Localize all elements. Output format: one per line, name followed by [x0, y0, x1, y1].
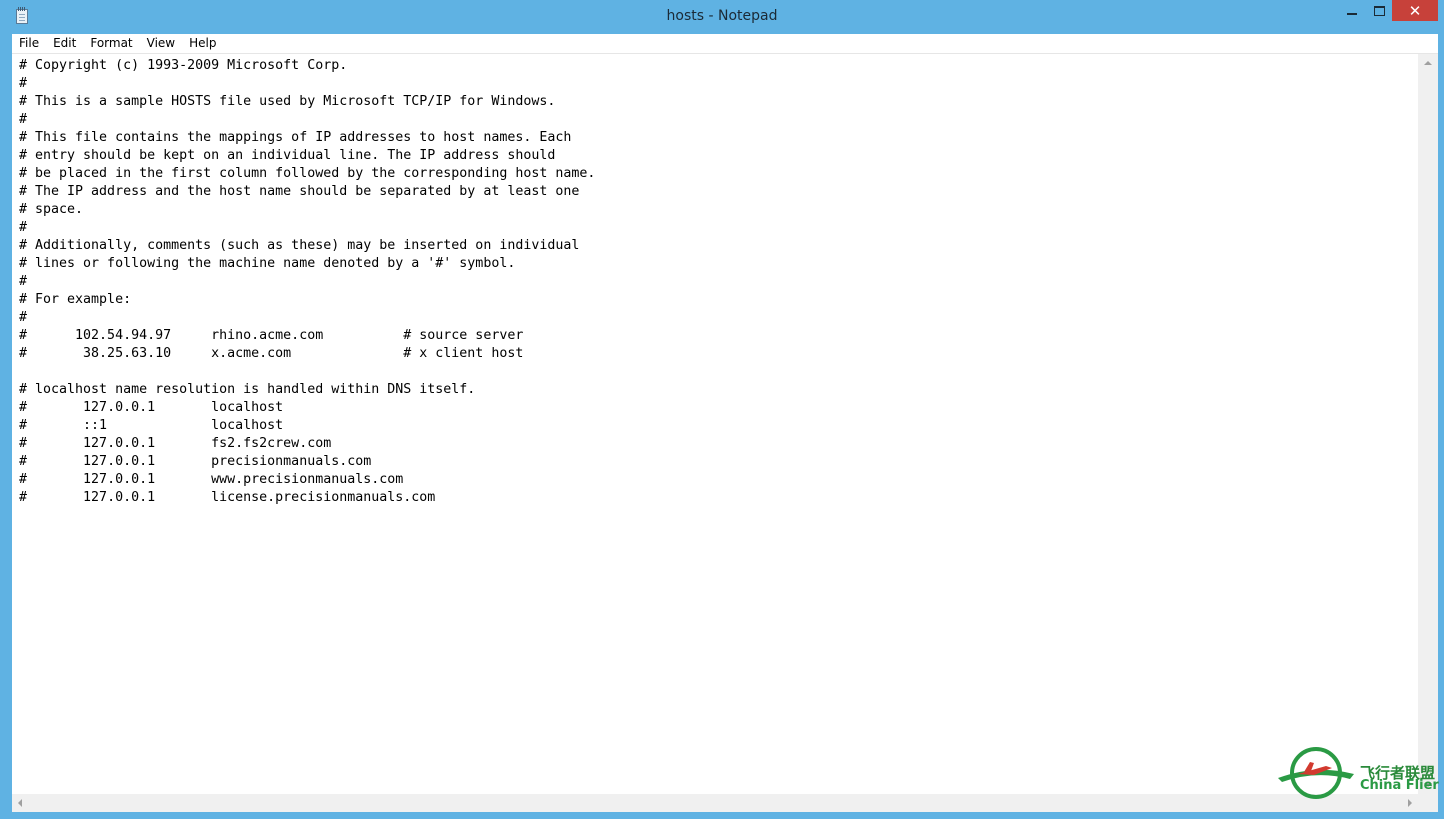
minimize-icon [1347, 12, 1357, 15]
text-editor[interactable]: # Copyright (c) 1993-2009 Microsoft Corp… [12, 54, 1418, 794]
scroll-left-icon[interactable] [18, 799, 22, 807]
horizontal-scrollbar[interactable] [12, 794, 1418, 812]
close-icon: ✕ [1408, 1, 1422, 20]
title-bar[interactable]: hosts - Notepad ✕ [0, 0, 1444, 34]
scroll-up-icon[interactable] [1424, 61, 1432, 65]
window-title: hosts - Notepad [666, 8, 778, 24]
menu-view[interactable]: View [140, 34, 182, 53]
menu-format[interactable]: Format [83, 34, 139, 53]
maximize-icon [1373, 5, 1385, 16]
china-flier-watermark: 飞行者联盟 China Flier [1274, 744, 1440, 802]
menu-edit[interactable]: Edit [46, 34, 83, 53]
minimize-button[interactable] [1338, 0, 1366, 21]
vertical-scrollbar[interactable] [1418, 54, 1438, 794]
china-flier-logo [1278, 747, 1354, 799]
menu-bar: File Edit Format View Help [12, 34, 1438, 54]
watermark-english-text: China Flier [1360, 778, 1439, 793]
close-button[interactable]: ✕ [1392, 0, 1438, 21]
editor-content[interactable]: # Copyright (c) 1993-2009 Microsoft Corp… [19, 57, 595, 507]
menu-file[interactable]: File [12, 34, 46, 53]
menu-help[interactable]: Help [182, 34, 223, 53]
maximize-button[interactable] [1366, 0, 1392, 21]
notepad-window: hosts - Notepad ✕ File Edit Format View … [0, 0, 1444, 819]
